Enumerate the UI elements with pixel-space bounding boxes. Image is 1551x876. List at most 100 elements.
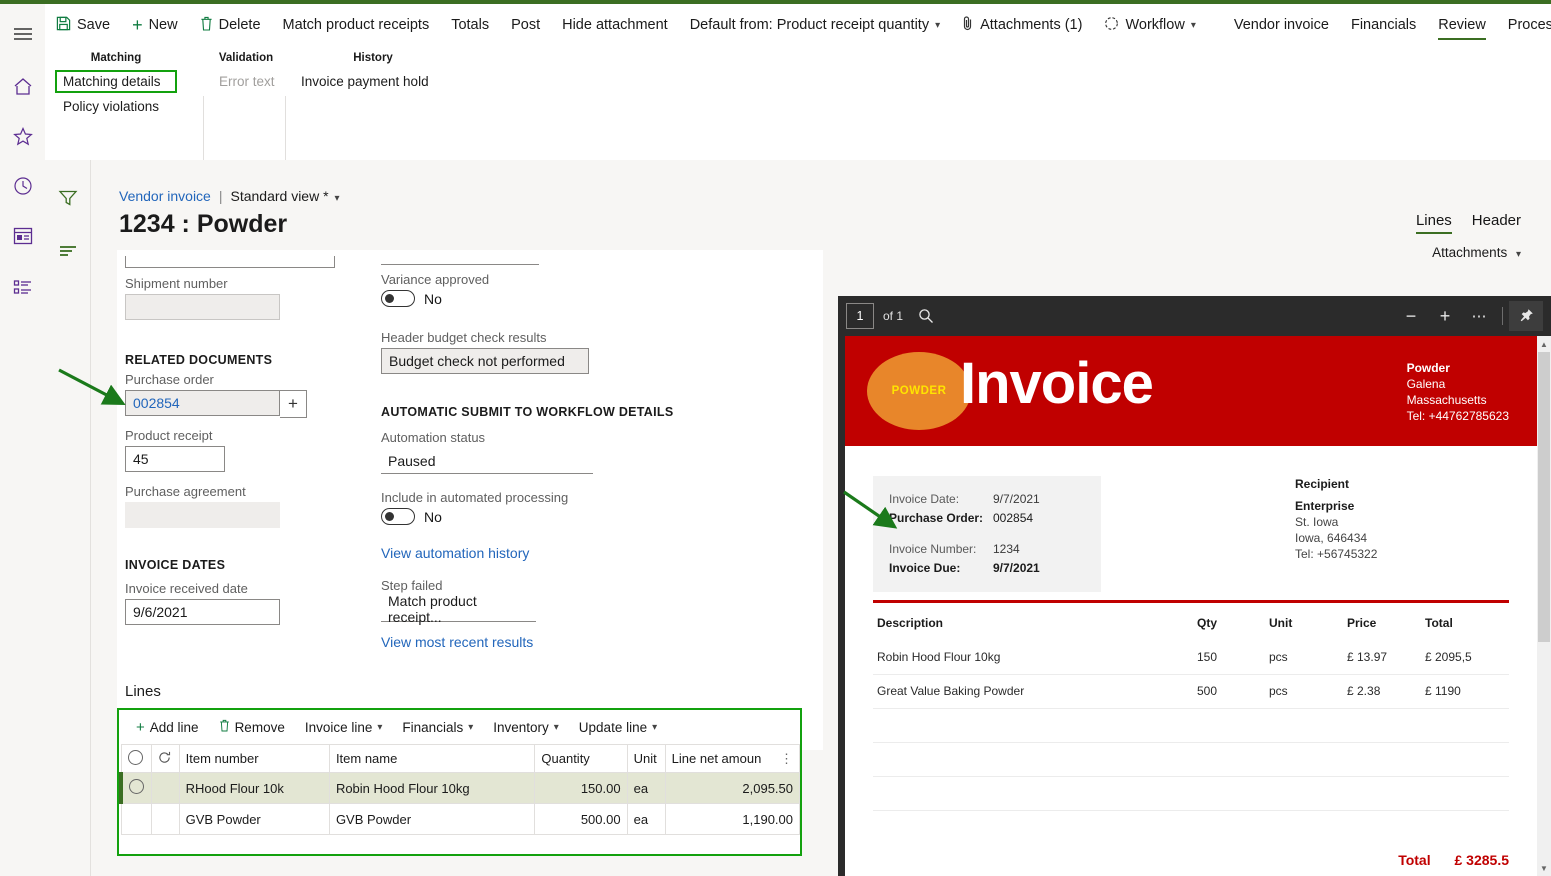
cell-quantity[interactable]: 150.00 [534, 772, 628, 804]
list-icon[interactable] [0, 268, 45, 308]
purchase-order-add-button[interactable]: + [280, 390, 307, 418]
step-failed-input[interactable]: Match product receipt... [381, 593, 536, 625]
shipment-number-input[interactable] [125, 294, 280, 320]
invoice-received-date-input[interactable]: 9/6/2021 [125, 599, 280, 625]
invoice-cell-unit: pcs [1265, 640, 1343, 675]
add-line-button[interactable]: + Add line [127, 719, 208, 736]
preview-scrollbar-thumb[interactable] [1538, 352, 1550, 642]
purchase-order-input[interactable]: 002854 [125, 390, 280, 416]
cell-item-name[interactable]: Robin Hood Flour 10kg [328, 772, 536, 804]
recent-clock-icon[interactable] [0, 166, 45, 206]
cell-unit[interactable]: ea [626, 803, 666, 835]
invoice-line-dropdown[interactable]: Invoice line ▾ [296, 720, 392, 735]
workflow-dropdown[interactable]: Workflow ▾ [1093, 4, 1206, 46]
pin-icon[interactable] [1509, 301, 1543, 331]
table-row[interactable]: RHood Flour 10k Robin Hood Flour 10kg 15… [118, 772, 801, 804]
scroll-up-arrow-icon[interactable]: ▲ [1537, 336, 1551, 352]
inventory-dropdown[interactable]: Inventory ▾ [484, 720, 568, 735]
tab-lines[interactable]: Lines [1415, 212, 1452, 234]
tab-header[interactable]: Header [1472, 212, 1521, 234]
breadcrumb-vendor-invoice-link[interactable]: Vendor invoice [119, 188, 211, 204]
tab-financials[interactable]: Financials [1340, 4, 1427, 46]
include-in-automated-processing-group: Include in automated processing No [381, 490, 568, 525]
invoice-cell-qty: 500 [1193, 674, 1265, 709]
page-number-input[interactable]: 1 [846, 303, 874, 329]
ribbon-group-history: History Invoice payment hold [293, 52, 453, 93]
matching-details-button[interactable]: Matching details [55, 70, 177, 93]
recipient-title: Recipient [1295, 477, 1350, 491]
tab-review[interactable]: Review [1427, 4, 1497, 46]
col-quantity[interactable]: Quantity [534, 744, 628, 773]
invoice-col-unit: Unit [1269, 616, 1293, 630]
save-button[interactable]: Save [45, 4, 121, 46]
select-all-header[interactable] [120, 744, 152, 773]
table-row[interactable]: GVB Powder GVB Powder 500.00 ea 1,190.00 [120, 803, 801, 835]
scroll-down-arrow-icon[interactable]: ▼ [1537, 860, 1551, 876]
product-receipt-input[interactable]: 45 [125, 446, 225, 472]
automation-status-input[interactable]: Paused [381, 448, 593, 474]
header-budget-check-field-group: Header budget check results Budget check… [381, 330, 589, 374]
default-from-dropdown[interactable]: Default from: Product receipt quantity ▾ [679, 4, 951, 46]
vendor-logo: POWDER [867, 352, 971, 430]
star-icon[interactable] [0, 116, 45, 156]
update-line-dropdown[interactable]: Update line ▾ [570, 720, 666, 735]
zoom-out-icon[interactable]: − [1394, 301, 1428, 331]
view-selector-label[interactable]: Standard view * [230, 188, 328, 204]
vendor-address-block: Powder Galena Massachusetts Tel: +447627… [1407, 360, 1509, 424]
cell-unit[interactable]: ea [626, 772, 666, 804]
view-most-recent-results-link[interactable]: View most recent results [381, 634, 533, 650]
more-icon[interactable]: ⋯ [1462, 301, 1496, 331]
purchase-agreement-input[interactable] [125, 502, 280, 528]
financials-dropdown[interactable]: Financials ▾ [393, 720, 482, 735]
cell-line-net-amount[interactable]: 2,095.50 [664, 772, 801, 804]
save-icon [56, 16, 71, 35]
workspace-icon[interactable] [0, 216, 45, 256]
match-product-receipts-button[interactable]: Match product receipts [272, 4, 441, 46]
cutoff-field-top[interactable] [125, 256, 335, 268]
cell-item-name[interactable]: GVB Powder [328, 803, 536, 835]
row-select-cell[interactable] [120, 803, 152, 835]
delete-button[interactable]: Delete [189, 4, 272, 46]
hamburger-icon[interactable] [0, 14, 45, 54]
remove-line-button[interactable]: Remove [210, 719, 294, 736]
list-lines-icon[interactable] [45, 232, 91, 268]
zoom-in-icon[interactable]: + [1428, 301, 1462, 331]
search-icon[interactable] [909, 301, 943, 331]
variance-approved-toggle[interactable]: No [381, 290, 489, 307]
form-header: Vendor invoice | Standard view * ▾ 1234 : P… [91, 160, 1551, 260]
row-refresh-cell [150, 803, 180, 835]
refresh-header[interactable] [150, 744, 180, 773]
attachments-button[interactable]: Attachments (1) [951, 4, 1093, 46]
cell-line-net-amount[interactable]: 1,190.00 [664, 803, 801, 835]
cutoff-field-top-right[interactable] [381, 264, 539, 265]
cell-item-number[interactable]: RHood Flour 10k [178, 772, 330, 804]
policy-violations-button[interactable]: Policy violations [55, 93, 177, 118]
header-budget-check-input[interactable]: Budget check not performed [381, 348, 589, 374]
hide-attachment-button[interactable]: Hide attachment [551, 4, 679, 46]
row-select-cell[interactable] [118, 772, 152, 804]
preview-vertical-scrollbar[interactable]: ▲ ▼ [1537, 336, 1551, 876]
invoice-payment-hold-button[interactable]: Invoice payment hold [293, 70, 453, 93]
col-line-net-amount[interactable]: Line net amoun ⋮ [664, 744, 801, 773]
cell-item-number[interactable]: GVB Powder [178, 803, 330, 835]
col-item-name[interactable]: Item name [328, 744, 536, 773]
post-button[interactable]: Post [500, 4, 551, 46]
lines-header-tabs: Lines Header [1415, 212, 1521, 234]
new-button[interactable]: + New [121, 4, 189, 46]
home-icon[interactable] [0, 66, 45, 106]
cell-quantity[interactable]: 500.00 [534, 803, 628, 835]
filter-funnel-icon[interactable] [45, 180, 91, 216]
include-in-automated-processing-toggle[interactable]: No [381, 508, 568, 525]
attachments-dropdown[interactable]: Attachments ▾ [1432, 245, 1521, 260]
col-item-number[interactable]: Item number [178, 744, 330, 773]
invoice-col-qty: Qty [1197, 616, 1218, 630]
totals-button[interactable]: Totals [440, 4, 500, 46]
financials-label: Financials [402, 719, 464, 735]
col-unit[interactable]: Unit [626, 744, 666, 773]
view-automation-history-link[interactable]: View automation history [381, 545, 529, 561]
chevron-down-icon[interactable]: ▾ [335, 193, 340, 204]
vendor-line2: Massachusetts [1406, 393, 1487, 407]
tab-vendor-invoice[interactable]: Vendor invoice [1223, 4, 1340, 46]
action-pane: Matching Matching details Policy violati… [45, 46, 1551, 168]
tab-process[interactable]: Process [1497, 4, 1551, 46]
